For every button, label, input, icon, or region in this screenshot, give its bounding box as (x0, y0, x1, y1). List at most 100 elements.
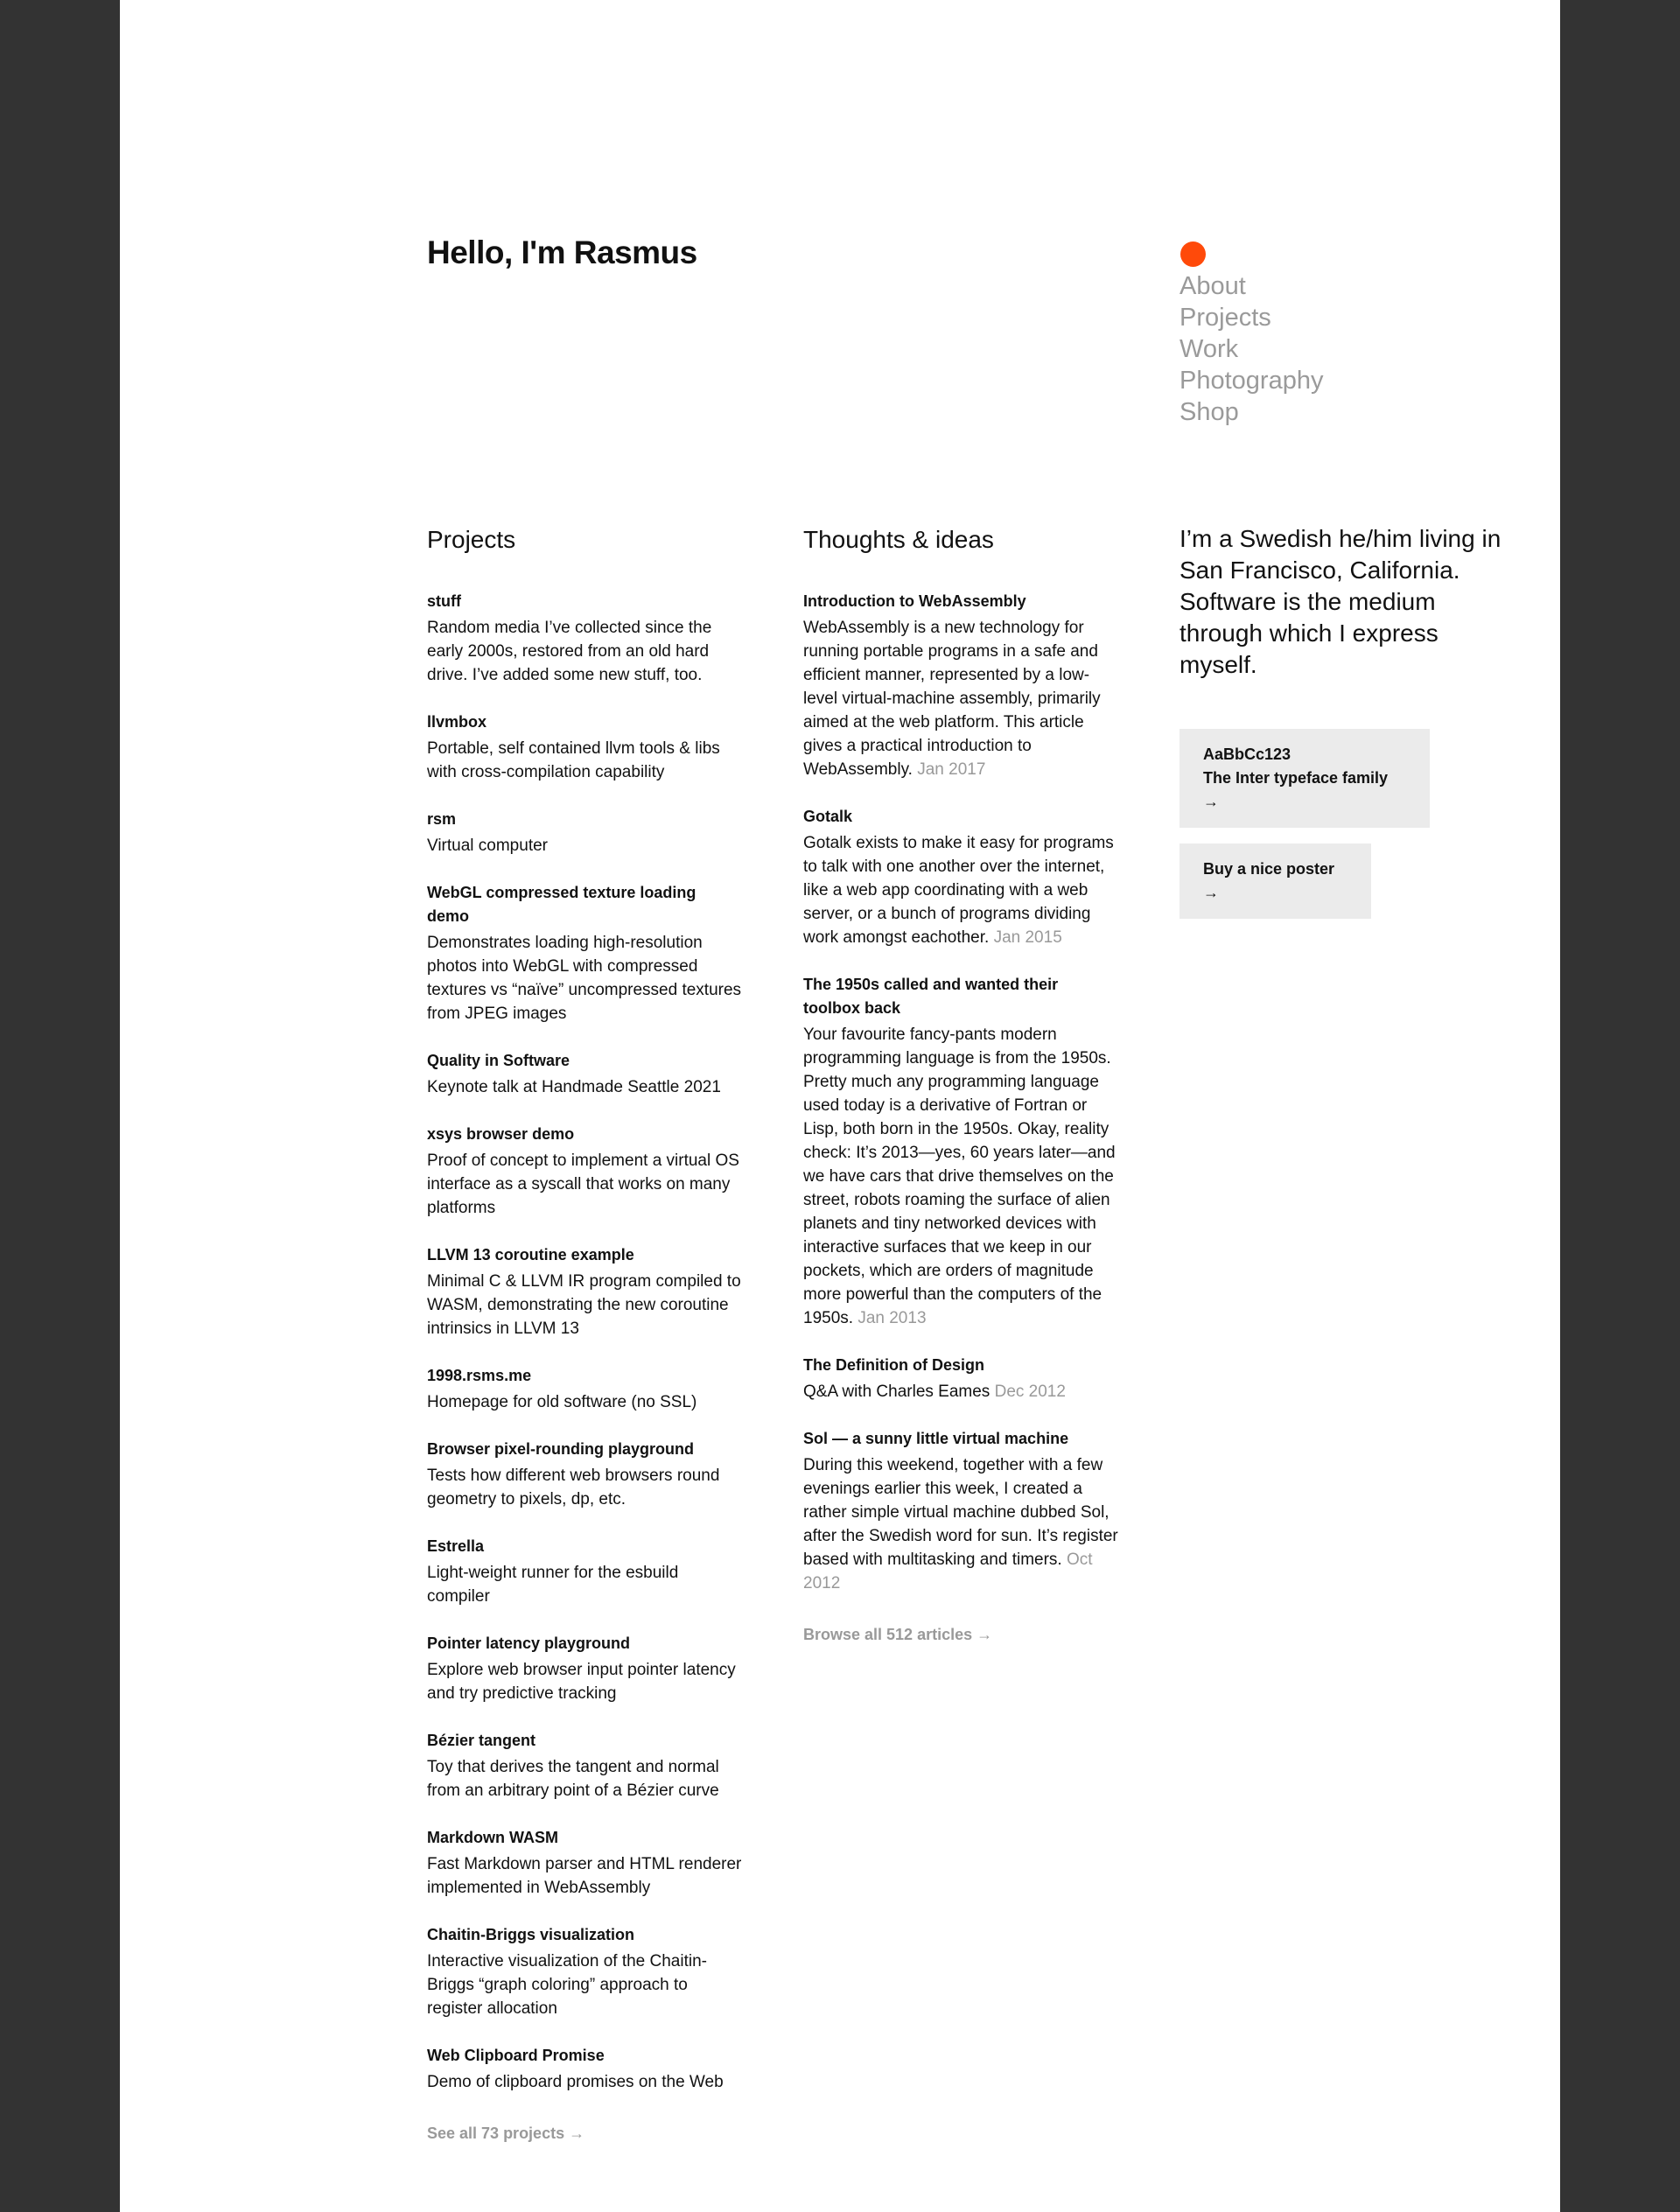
item-desc-text: Gotalk exists to make it easy for progra… (803, 834, 1114, 947)
list-item[interactable]: Estrella Light-weight runner for the esbu… (427, 1535, 742, 1608)
typeface-label: The Inter typeface family → (1203, 769, 1389, 810)
list-item[interactable]: Chaitin-Briggs visualization Interactive … (427, 1923, 742, 2020)
item-description: Demo of clipboard promises on the Web (427, 2070, 742, 2094)
item-title[interactable]: llvmbox (427, 710, 742, 734)
item-title[interactable]: xsys browser demo (427, 1123, 742, 1146)
list-item[interactable]: Browser pixel-rounding playground Tests h… (427, 1438, 742, 1511)
item-desc-text: Demo of clipboard promises on the Web (427, 2073, 724, 2091)
list-item[interactable]: Introduction to WebAssembly WebAssembly i… (803, 590, 1118, 781)
item-title[interactable]: Pointer latency playground (427, 1632, 742, 1656)
item-title[interactable]: Browser pixel-rounding playground (427, 1438, 742, 1461)
projects-heading: Projects (427, 526, 516, 553)
item-title[interactable]: rsm (427, 808, 742, 831)
item-desc-text: Fast Markdown parser and HTML renderer i… (427, 1855, 742, 1897)
list-item[interactable]: xsys browser demo Proof of concept to imp… (427, 1123, 742, 1220)
item-desc-text: Homepage for old software (no SSL) (427, 1393, 697, 1411)
page-title: Hello, I'm Rasmus (427, 234, 697, 270)
item-title[interactable]: stuff (427, 590, 742, 613)
item-title[interactable]: Markdown WASM (427, 1826, 742, 1850)
list-item[interactable]: The Definition of Design Q&A with Charles… (803, 1354, 1118, 1404)
item-date: Jan 2015 (993, 928, 1062, 947)
item-description: Toy that derives the tangent and normal … (427, 1755, 742, 1802)
list-item[interactable]: llvmbox Portable, self contained llvm too… (427, 710, 742, 784)
item-description: Interactive visualization of the Chaitin… (427, 1950, 742, 2020)
list-item[interactable]: Gotalk Gotalk exists to make it easy for … (803, 805, 1118, 949)
inter-typeface-button[interactable]: AaBbCc123 The Inter typeface family → (1180, 729, 1430, 828)
item-description: Tests how different web browsers round g… (427, 1464, 742, 1511)
item-date: Jan 2017 (917, 760, 986, 779)
about-column: I’m a Swedish he/him living in San Franc… (1180, 523, 1512, 919)
list-item[interactable]: Sol — a sunny little virtual machine Duri… (803, 1427, 1118, 1595)
item-description: Fast Markdown parser and HTML renderer i… (427, 1852, 742, 1900)
item-date: Jan 2013 (858, 1309, 927, 1327)
item-description: Demonstrates loading high-resolution pho… (427, 931, 742, 1026)
item-description: Proof of concept to implement a virtual … (427, 1149, 742, 1220)
thoughts-heading: Thoughts & ideas (803, 526, 994, 553)
item-desc-text: Proof of concept to implement a virtual … (427, 1152, 739, 1217)
typeface-sample: AaBbCc123 (1203, 746, 1292, 763)
item-description: Your favourite fancy-pants modern progra… (803, 1023, 1118, 1330)
list-item[interactable]: Web Clipboard Promise Demo of clipboard p… (427, 2044, 742, 2094)
list-item[interactable]: WebGL compressed texture loading demo Dem… (427, 881, 742, 1026)
item-title[interactable]: WebGL compressed texture loading demo (427, 881, 742, 928)
item-title[interactable]: Quality in Software (427, 1049, 742, 1073)
item-desc-text: Explore web browser input pointer latenc… (427, 1661, 736, 1703)
item-description: WebAssembly is a new technology for runn… (803, 616, 1118, 781)
item-desc-text: Toy that derives the tangent and normal … (427, 1758, 719, 1800)
item-title[interactable]: 1998.rsms.me (427, 1364, 742, 1388)
item-desc-text: Random media I’ve collected since the ea… (427, 619, 712, 684)
browse-all-articles-link[interactable]: Browse all 512 articles → (803, 1623, 992, 1647)
item-desc-text: Interactive visualization of the Chaitin… (427, 1952, 707, 2018)
item-title[interactable]: Introduction to WebAssembly (803, 590, 1118, 613)
item-desc-text: Minimal C & LLVM IR program compiled to … (427, 1272, 741, 1338)
projects-column: Projects stuff Random media I’ve collecte… (427, 523, 742, 2146)
see-all-projects-link[interactable]: See all 73 projects → (427, 2122, 584, 2146)
buy-poster-button[interactable]: Buy a nice poster → (1180, 844, 1371, 919)
nav-item-about[interactable]: About (1180, 270, 1323, 302)
list-item[interactable]: The 1950s called and wanted their toolbo… (803, 973, 1118, 1330)
thoughts-list: Introduction to WebAssembly WebAssembly i… (803, 590, 1118, 1595)
list-item[interactable]: Markdown WASM Fast Markdown parser and HT… (427, 1826, 742, 1900)
item-title[interactable]: The Definition of Design (803, 1354, 1118, 1377)
item-desc-text: Your favourite fancy-pants modern progra… (803, 1026, 1116, 1327)
item-description: Virtual computer (427, 834, 742, 858)
thoughts-column: Thoughts & ideas Introduction to WebAsse… (803, 523, 1118, 1647)
main-nav: About Projects Work Photography Shop (1180, 270, 1323, 428)
list-item[interactable]: Quality in Software Keynote talk at Handm… (427, 1049, 742, 1099)
list-item[interactable]: Bézier tangent Toy that derives the tange… (427, 1729, 742, 1802)
nav-item-projects[interactable]: Projects (1180, 302, 1323, 333)
item-desc-text: WebAssembly is a new technology for runn… (803, 619, 1101, 779)
item-title[interactable]: Estrella (427, 1535, 742, 1558)
intro-text: I’m a Swedish he/him living in San Franc… (1180, 525, 1502, 678)
item-description: Explore web browser input pointer latenc… (427, 1658, 742, 1705)
item-desc-text: Q&A with Charles Eames (803, 1382, 990, 1401)
item-description: Gotalk exists to make it easy for progra… (803, 831, 1118, 949)
item-description: Portable, self contained llvm tools & li… (427, 737, 742, 784)
list-item[interactable]: LLVM 13 coroutine example Minimal C & LLV… (427, 1243, 742, 1340)
item-desc-text: Tests how different web browsers round g… (427, 1466, 720, 1508)
list-item[interactable]: rsm Virtual computer (427, 808, 742, 858)
list-item[interactable]: stuff Random media I’ve collected since t… (427, 590, 742, 687)
item-title[interactable]: Chaitin-Briggs visualization (427, 1923, 742, 1947)
item-description: Light-weight runner for the esbuild comp… (427, 1561, 742, 1608)
list-item[interactable]: Pointer latency playground Explore web br… (427, 1632, 742, 1705)
item-title[interactable]: Web Clipboard Promise (427, 2044, 742, 2068)
nav-item-photography[interactable]: Photography (1180, 365, 1323, 396)
item-description: During this weekend, together with a few… (803, 1453, 1118, 1595)
item-title[interactable]: Gotalk (803, 805, 1118, 829)
item-desc-text: Keynote talk at Handmade Seattle 2021 (427, 1078, 721, 1096)
nav-item-work[interactable]: Work (1180, 333, 1323, 365)
item-title[interactable]: The 1950s called and wanted their toolbo… (803, 973, 1118, 1020)
item-description: Homepage for old software (no SSL) (427, 1390, 742, 1414)
item-title[interactable]: Bézier tangent (427, 1729, 742, 1753)
nav-item-shop[interactable]: Shop (1180, 396, 1323, 428)
page: Hello, I'm Rasmus About Projects Work Ph… (120, 0, 1560, 2212)
item-description: Keynote talk at Handmade Seattle 2021 (427, 1075, 742, 1099)
item-desc-text: Portable, self contained llvm tools & li… (427, 739, 720, 781)
list-item[interactable]: 1998.rsms.me Homepage for old software (n… (427, 1364, 742, 1414)
item-title[interactable]: LLVM 13 coroutine example (427, 1243, 742, 1267)
item-description: Minimal C & LLVM IR program compiled to … (427, 1270, 742, 1340)
item-desc-text: Virtual computer (427, 836, 548, 855)
item-title[interactable]: Sol — a sunny little virtual machine (803, 1427, 1118, 1451)
projects-list: stuff Random media I’ve collected since t… (427, 590, 742, 2094)
